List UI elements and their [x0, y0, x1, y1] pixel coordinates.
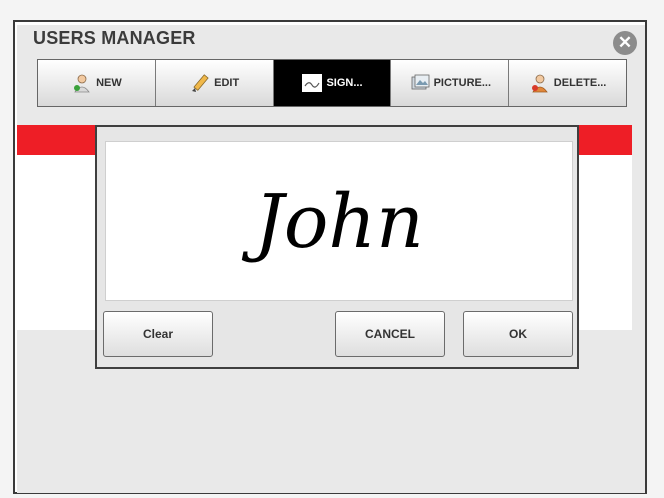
sign-label: SIGN...: [326, 77, 363, 89]
sign-button[interactable]: SIGN...: [273, 60, 392, 106]
signature-text: John: [241, 179, 424, 265]
users-manager-window: USERS MANAGER ✕ NEW EDIT SIGN... PICTURE…: [17, 25, 645, 493]
toolbar: NEW EDIT SIGN... PICTURE... DELETE...: [37, 59, 627, 107]
edit-button[interactable]: EDIT: [155, 60, 274, 106]
signature-dialog: John Clear CANCEL OK: [95, 125, 579, 369]
picture-icon: [411, 74, 429, 90]
signature-canvas: John: [241, 179, 424, 265]
user-add-icon: [74, 74, 90, 93]
delete-button[interactable]: DELETE...: [509, 60, 626, 106]
signature-pad[interactable]: John: [105, 141, 573, 301]
signature-icon: [302, 74, 323, 92]
user-delete-icon: [531, 74, 548, 93]
window-title: USERS MANAGER: [33, 28, 196, 48]
new-button[interactable]: NEW: [38, 60, 156, 106]
delete-label: DELETE...: [553, 77, 607, 89]
picture-label: PICTURE...: [433, 77, 492, 89]
clear-button[interactable]: Clear: [103, 311, 213, 357]
picture-button[interactable]: PICTURE...: [391, 60, 510, 106]
cancel-button[interactable]: CANCEL: [335, 311, 445, 357]
edit-label: EDIT: [214, 77, 240, 89]
ok-button[interactable]: OK: [463, 311, 573, 357]
new-label: NEW: [96, 77, 122, 89]
close-icon[interactable]: ✕: [613, 31, 637, 55]
pencil-icon: [192, 74, 209, 92]
